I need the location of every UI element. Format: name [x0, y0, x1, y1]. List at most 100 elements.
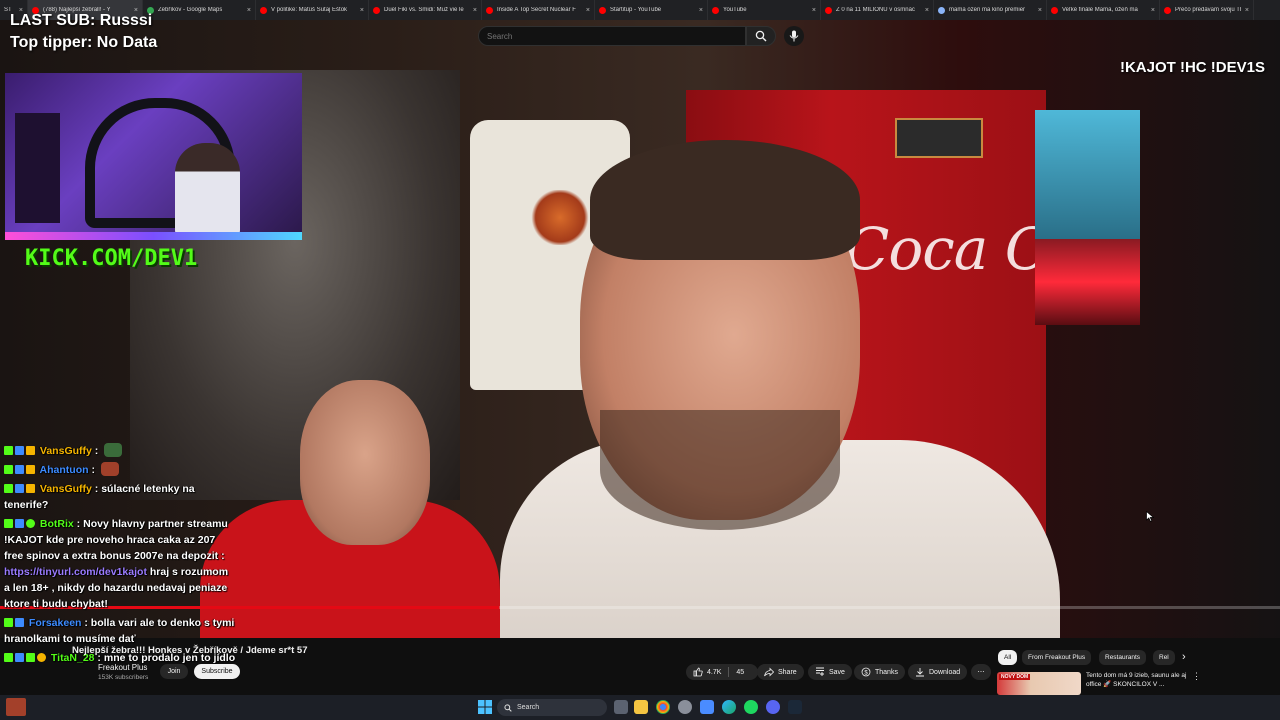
- close-icon[interactable]: ×: [699, 7, 703, 14]
- chip-related[interactable]: Rel: [1153, 650, 1175, 665]
- save-button[interactable]: Save: [808, 664, 852, 680]
- streamer-webcam: [5, 73, 302, 240]
- subscribe-button[interactable]: Subscribe: [194, 664, 240, 679]
- close-icon[interactable]: ×: [1038, 7, 1042, 14]
- taskbar-search-label: Search: [517, 704, 540, 711]
- taskbar-app-thumbnail[interactable]: [6, 698, 26, 716]
- like-dislike-button[interactable]: 4.7K 45: [686, 664, 758, 680]
- chrome-icon[interactable]: [656, 700, 670, 714]
- more-actions-button[interactable]: ⋯: [971, 664, 991, 680]
- join-button[interactable]: Join: [160, 664, 188, 679]
- chip-from-channel[interactable]: From Freakout Plus: [1022, 650, 1092, 665]
- search-input[interactable]: [478, 26, 746, 46]
- chat-user: BotRix: [39, 518, 74, 530]
- share-label: Share: [778, 668, 797, 676]
- chip-all[interactable]: All: [998, 650, 1018, 665]
- taskbar: Search: [0, 695, 1280, 720]
- tab-title: Startitup - YouTube: [610, 7, 662, 13]
- youtube-icon: [599, 6, 606, 14]
- thanks-icon: $: [861, 667, 871, 677]
- notes-icon[interactable]: [700, 700, 714, 714]
- edge-icon[interactable]: [722, 700, 736, 714]
- close-icon[interactable]: ×: [1151, 7, 1155, 14]
- close-icon[interactable]: ×: [925, 7, 929, 14]
- tab-6[interactable]: YouTube ×: [708, 0, 821, 20]
- thanks-button[interactable]: $ Thanks: [854, 664, 905, 680]
- gift-badge-icon: [37, 653, 46, 662]
- thumb-label: NOVÝ DOM: [999, 674, 1031, 680]
- verified-badge-icon: [26, 519, 35, 528]
- voice-search-button[interactable]: [784, 26, 804, 46]
- kick-badge-icon: [4, 465, 13, 474]
- streamer: [175, 143, 240, 238]
- recommended-thumbnail[interactable]: NOVÝ DOM: [997, 672, 1081, 695]
- discord-icon[interactable]: [766, 700, 780, 714]
- divider: [728, 667, 730, 677]
- settings-icon[interactable]: [678, 700, 692, 714]
- youtube-icon: [712, 6, 719, 14]
- kick-badge-icon: [4, 484, 13, 493]
- close-icon[interactable]: ×: [247, 7, 251, 14]
- tab-title: Z 0 na 11 MILIÓNŮ v osmnác: [836, 7, 915, 13]
- emote-icon: [104, 443, 123, 457]
- tab-2[interactable]: V politike: Matúš Šutaj Eštok ×: [256, 0, 369, 20]
- task-view-icon[interactable]: [614, 700, 628, 714]
- share-icon: [764, 667, 774, 677]
- video-title: Nejlepší žebra!!! Honkes v Žebříkově / J…: [72, 645, 308, 656]
- tab-10[interactable]: Prečo predávam svoju TESLU ×: [1160, 0, 1254, 20]
- recommended-title[interactable]: Tento dom má 9 izieb, saunu ale aj offic…: [1086, 671, 1191, 689]
- chat-link[interactable]: https://tinyurl.com/dev1kajot: [4, 566, 147, 578]
- sub-badge-icon: [15, 446, 24, 455]
- search-icon: [755, 30, 767, 42]
- tab-5[interactable]: Startitup - YouTube ×: [595, 0, 708, 20]
- close-icon[interactable]: ×: [360, 7, 364, 14]
- close-icon[interactable]: ×: [1245, 7, 1249, 14]
- download-button[interactable]: Download: [908, 664, 968, 680]
- taskbar-search[interactable]: Search: [497, 699, 607, 716]
- share-button[interactable]: Share: [757, 664, 804, 680]
- tab-1[interactable]: Žebříkov - Google Maps ×: [143, 0, 256, 20]
- spotify-icon[interactable]: [744, 700, 758, 714]
- thumbs-up-icon: [693, 667, 703, 677]
- chevron-right-icon[interactable]: ›: [1182, 651, 1186, 663]
- youtube-icon: [260, 6, 267, 14]
- tab-7[interactable]: Z 0 na 11 MILIÓNŮ v osmnác ×: [821, 0, 934, 20]
- tab-title: mama ozen ma kino premier: [949, 7, 1026, 13]
- sub-badge-icon: [15, 465, 24, 474]
- commands-overlay: !KAJOT !HC !DEV1S: [1119, 59, 1265, 76]
- stream-chat: VansGuffy : Ahantuon : VansGuffy : súlac…: [4, 443, 236, 669]
- microphone-icon: [789, 30, 799, 42]
- browser-tab-strip: ST × (788) Najlepší žebrall! - Y × Žebřík…: [0, 0, 1280, 20]
- gift-badge-icon: [26, 484, 35, 493]
- like-count: 4.7K: [707, 668, 722, 676]
- close-icon[interactable]: ×: [812, 7, 816, 14]
- tab-4[interactable]: Inside A Top Secret Nuclear F ×: [482, 0, 595, 20]
- tab-8[interactable]: mama ozen ma kino premier ×: [934, 0, 1047, 20]
- close-icon[interactable]: ×: [586, 7, 590, 14]
- windows-start-icon[interactable]: [478, 700, 492, 714]
- chat-user: VansGuffy: [39, 445, 92, 457]
- tab-title: YouTube: [723, 7, 747, 13]
- kick-badge-icon: [4, 653, 13, 662]
- tab-3[interactable]: Duel Fiki vs. Šmidi: Muž vie le ×: [369, 0, 482, 20]
- channel-name[interactable]: Freakout Plus: [98, 663, 147, 672]
- tab-9[interactable]: Veľké finále Mama, ožeň ma ×: [1047, 0, 1160, 20]
- hair: [590, 140, 860, 260]
- kebab-menu-icon[interactable]: ⋮: [1192, 671, 1201, 682]
- search-button[interactable]: [746, 26, 776, 46]
- sub-badge-icon: [15, 519, 24, 528]
- chat-user: Forsakeen: [28, 617, 82, 629]
- close-icon[interactable]: ×: [473, 7, 477, 14]
- chat-user: Ahantuon: [39, 464, 89, 476]
- steam-icon[interactable]: [788, 700, 802, 714]
- sub-badge-icon: [15, 618, 24, 627]
- chip-restaurants[interactable]: Restaurants: [1099, 650, 1147, 665]
- chat-message: VansGuffy : súlacné letenky na tenerife?: [4, 483, 195, 511]
- globe-icon: [938, 6, 945, 14]
- sub-badge-icon: [15, 653, 24, 662]
- kick-url-overlay: KICK.COM/DEV1: [25, 246, 198, 271]
- thanks-label: Thanks: [875, 668, 898, 676]
- file-explorer-icon[interactable]: [634, 700, 648, 714]
- screen: ST × (788) Najlepší žebrall! - Y × Žebřík…: [0, 0, 1280, 720]
- youtube-icon: [373, 6, 380, 14]
